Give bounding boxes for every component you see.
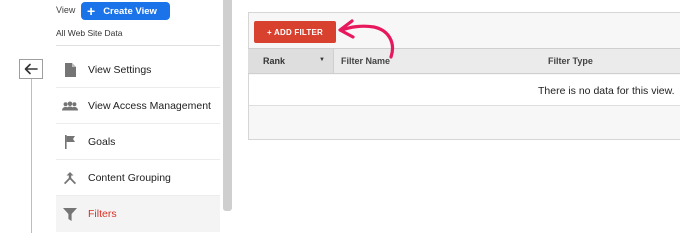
admin-view-column: View + Create View All Web Site Data Vie…	[0, 0, 222, 233]
divider	[56, 45, 220, 46]
sidebar-item-label: Goals	[88, 135, 116, 148]
sidebar-item-label: View Settings	[88, 63, 152, 76]
view-settings-menu: View Settings View Access Management Goa…	[56, 52, 220, 232]
sidebar-item-goals[interactable]: Goals	[56, 124, 220, 160]
plus-icon: +	[87, 3, 96, 19]
sidebar-item-label: View Access Management	[88, 99, 211, 112]
annotation-arrow-icon	[338, 19, 395, 59]
column-header-filter-type[interactable]: Filter Type	[548, 56, 593, 66]
sidebar-item-view-access-management[interactable]: View Access Management	[56, 88, 220, 124]
column-header-rank[interactable]: Rank ▼	[248, 49, 334, 73]
sidebar-item-label: Content Grouping	[88, 171, 171, 184]
view-label: View	[56, 5, 76, 15]
back-button[interactable]	[19, 59, 43, 79]
filter-icon	[62, 206, 78, 222]
sort-descending-icon: ▼	[319, 57, 325, 63]
column-scrollbar[interactable]	[223, 0, 232, 211]
flag-icon	[62, 134, 78, 150]
create-view-label: Create View	[103, 5, 157, 17]
empty-table-message: There is no data for this view.	[538, 85, 675, 97]
view-selector[interactable]: All Web Site Data	[56, 28, 122, 38]
sidebar-item-label: Filters	[88, 208, 117, 220]
create-view-button[interactable]: + Create View	[81, 2, 170, 20]
column-header-label: Rank	[263, 56, 286, 66]
sidebar-item-content-grouping[interactable]: Content Grouping	[56, 160, 220, 196]
filters-table-header: Rank ▼ Filter Name Filter Type	[248, 48, 680, 74]
people-icon	[62, 98, 78, 114]
sidebar-item-view-settings[interactable]: View Settings	[56, 52, 220, 88]
arrow-left-icon	[24, 63, 38, 75]
sidebar-item-filters[interactable]: Filters	[56, 196, 220, 232]
document-icon	[62, 62, 78, 78]
add-filter-button[interactable]: + ADD FILTER	[254, 21, 336, 43]
filters-table-body: There is no data for this view.	[249, 75, 680, 106]
merge-icon	[62, 170, 78, 186]
column-connector-line	[31, 60, 32, 233]
